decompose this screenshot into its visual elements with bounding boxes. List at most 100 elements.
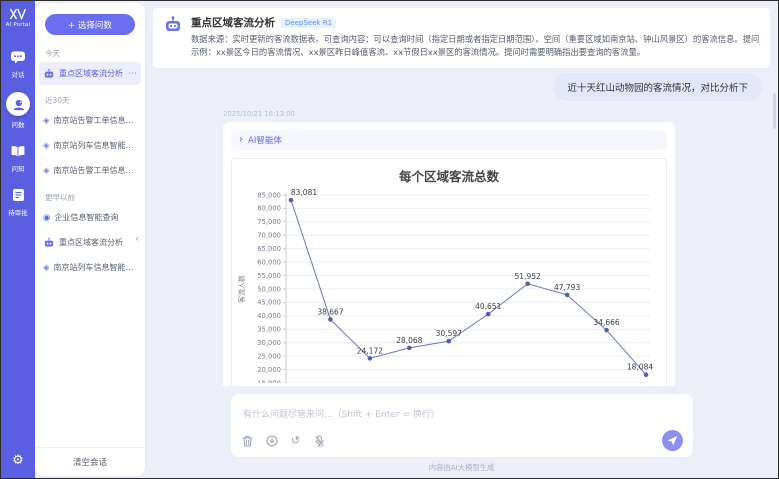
brand-logo-text: AI Portal xyxy=(6,22,31,28)
rail-item-approvals[interactable]: 待审批 xyxy=(8,186,28,217)
svg-text:50,000: 50,000 xyxy=(257,285,281,293)
mic-off-icon[interactable] xyxy=(313,434,326,447)
svg-text:40,651: 40,651 xyxy=(475,302,501,311)
conversation-panel: + 选择问数 今天 重点区域客流分析 ⋯ 近30天 ◈ 南京站告警工单信息查询 … xyxy=(35,3,145,476)
diamond-icon: ◈ xyxy=(43,166,50,176)
svg-text:34,666: 34,666 xyxy=(593,318,619,327)
rail-item-label: 待审批 xyxy=(8,207,28,217)
model-badge: DeepSeek R1 xyxy=(281,18,336,28)
rail-nav: 对话 问数 问知 待审批 xyxy=(6,48,30,217)
conversation-item[interactable]: ◈ 南京站告警工单信息查询 xyxy=(39,159,141,182)
approval-doc-icon xyxy=(9,186,27,204)
svg-text:47,793: 47,793 xyxy=(554,282,580,291)
message-composer: ↺ xyxy=(231,394,693,457)
svg-text:85,000: 85,000 xyxy=(257,191,281,199)
svg-text:30,000: 30,000 xyxy=(257,339,281,347)
svg-text:75,000: 75,000 xyxy=(257,218,281,226)
svg-text:83,081: 83,081 xyxy=(291,188,317,197)
svg-text:24,172: 24,172 xyxy=(357,346,383,355)
brand-logo-icon xyxy=(9,8,27,20)
svg-text:65,000: 65,000 xyxy=(257,245,281,253)
svg-text:55,000: 55,000 xyxy=(257,271,281,279)
agent-steps-toggle[interactable]: › AI智能体 xyxy=(231,130,667,150)
conversation-label: 南京站告警工单信息查询 xyxy=(54,165,137,176)
page-title: 重点区域客流分析 xyxy=(191,15,275,30)
svg-text:28,068: 28,068 xyxy=(396,335,422,344)
diamond-icon: ◈ xyxy=(43,141,50,151)
svg-text:70,000: 70,000 xyxy=(257,231,281,239)
conversation-item[interactable]: ◈ 南京站列车信息智能查询 xyxy=(39,256,141,279)
conversation-label: 重点区域客流分析 xyxy=(59,68,123,79)
svg-text:51,952: 51,952 xyxy=(515,271,541,280)
settings-gear-icon[interactable]: ⚙ xyxy=(12,453,24,468)
agent-header-card: 重点区域客流分析 DeepSeek R1 数据来源：实时更新的客流数据表。可查询… xyxy=(153,8,770,68)
svg-text:30,597: 30,597 xyxy=(436,329,462,338)
diamond-icon: ◈ xyxy=(43,116,50,126)
conversation-label: 南京站告警工单信息查询 xyxy=(54,115,137,126)
message-input[interactable] xyxy=(241,409,687,421)
svg-text:45,000: 45,000 xyxy=(257,298,281,306)
user-message-bubble: 近十天红山动物园的客流情况，对比分析下 xyxy=(553,73,762,101)
section-title-earlier: 更早以前 xyxy=(45,192,145,203)
agent-toggle-label: AI智能体 xyxy=(248,134,282,146)
ai-response-card: › AI智能体 每个区域客流总数 85,000 80,000 75,000 70,00… xyxy=(223,122,675,386)
rail-item-ask-knowledge[interactable]: 问知 xyxy=(9,142,27,173)
rail-item-label: 问数 xyxy=(12,119,25,129)
rail-item-label: 对话 xyxy=(12,69,25,79)
svg-text:80,000: 80,000 xyxy=(257,204,281,212)
section-title-today: 今天 xyxy=(45,48,145,59)
robot-avatar-icon xyxy=(43,237,55,249)
main-area: 重点区域客流分析 DeepSeek R1 数据来源：实时更新的客流数据表。可查询… xyxy=(145,1,778,478)
svg-text:18,084: 18,084 xyxy=(627,362,653,371)
conversation-label: 南京站列车信息智能查询 xyxy=(54,262,137,273)
rail-item-label: 问知 xyxy=(12,163,25,173)
chart-container: 每个区域客流总数 85,000 80,000 75,000 70,000 65,000 6… xyxy=(231,158,667,386)
diamond-icon: ◈ xyxy=(43,263,50,273)
brand-logo: AI Portal xyxy=(6,8,31,28)
book-icon xyxy=(9,142,27,160)
clear-session-button[interactable]: 清空会话 xyxy=(35,447,145,476)
chart-title: 每个区域客流总数 xyxy=(236,166,662,185)
svg-text:40,000: 40,000 xyxy=(257,312,281,320)
download-circle-icon[interactable] xyxy=(265,434,278,447)
undo-icon[interactable]: ↺ xyxy=(289,434,302,447)
agent-avatar-icon xyxy=(163,15,183,35)
conversation-item[interactable]: ◉ 企业信息智能查询 xyxy=(39,206,141,229)
svg-text:25,000: 25,000 xyxy=(257,352,281,360)
svg-text:38,667: 38,667 xyxy=(317,307,343,316)
svg-text:20,000: 20,000 xyxy=(257,365,281,373)
svg-text:客流人数: 客流人数 xyxy=(237,275,246,303)
conversation-label: 重点区域客流分析 xyxy=(59,237,123,248)
scrollbar-thumb[interactable] xyxy=(773,93,776,129)
conversation-item-active[interactable]: 重点区域客流分析 ⋯ xyxy=(39,62,141,85)
target-icon: ◉ xyxy=(43,213,50,223)
message-timestamp: 2025/10/21 16:13:00 xyxy=(223,110,762,118)
send-button[interactable] xyxy=(662,430,683,451)
ai-disclaimer: 内容由AI大模型生成 xyxy=(145,463,778,473)
agent-description: 数据来源：实时更新的客流数据表。可查询内容：可以查询时间（指定日期或者指定日期范… xyxy=(191,33,760,60)
panel-collapse-chevron-icon[interactable]: ‹ xyxy=(135,232,139,245)
conversation-label: 企业信息智能查询 xyxy=(54,212,118,223)
conversation-item[interactable]: 重点区域客流分析 xyxy=(39,231,141,254)
chat-bubble-icon xyxy=(9,48,27,66)
paper-plane-icon xyxy=(667,435,678,446)
conversation-label: 南京站列车信息智能查询 xyxy=(54,140,137,151)
conversation-item[interactable]: ◈ 南京站列车信息智能查询 xyxy=(39,134,141,157)
conversation-more-icon[interactable]: ⋯ xyxy=(128,69,137,79)
svg-text:15,000: 15,000 xyxy=(257,379,281,383)
section-title-last30: 近30天 xyxy=(45,95,145,106)
svg-text:35,000: 35,000 xyxy=(257,325,281,333)
chevron-right-icon: › xyxy=(239,134,243,145)
agent-header-body: 重点区域客流分析 DeepSeek R1 数据来源：实时更新的客流数据表。可查询… xyxy=(191,15,760,60)
rail-item-ask-data[interactable]: 问数 xyxy=(6,92,30,129)
left-rail: AI Portal 对话 问数 问知 xyxy=(1,1,35,478)
svg-text:60,000: 60,000 xyxy=(257,258,281,266)
trash-icon[interactable] xyxy=(241,434,254,447)
chat-thread: 近十天红山动物园的客流情况，对比分析下 2025/10/21 16:13:00 … xyxy=(145,68,778,386)
flow-line-chart: 85,000 80,000 75,000 70,000 65,000 60,000 55,0… xyxy=(236,185,662,383)
new-session-button[interactable]: + 选择问数 xyxy=(45,14,135,35)
app-window: AI Portal 对话 问数 问知 xyxy=(0,0,779,479)
rail-item-chat[interactable]: 对话 xyxy=(9,48,27,79)
robot-avatar-icon xyxy=(43,68,55,80)
conversation-item[interactable]: ◈ 南京站告警工单信息查询 xyxy=(39,109,141,132)
